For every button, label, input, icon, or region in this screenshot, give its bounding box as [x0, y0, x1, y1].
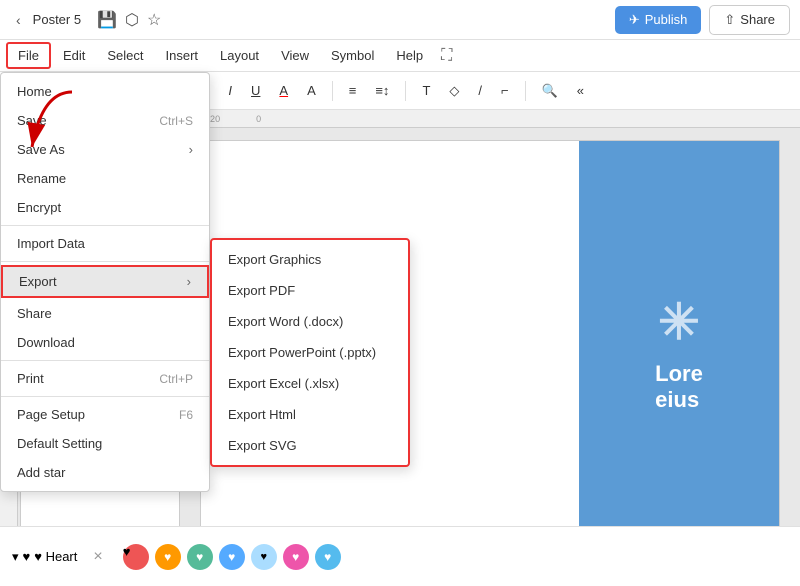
- heart-icon: ♥: [23, 549, 31, 564]
- heart-color-cyan[interactable]: ♥: [315, 544, 341, 570]
- heart-color-green[interactable]: ♥: [187, 544, 213, 570]
- save-icon[interactable]: 💾: [97, 10, 117, 30]
- export-powerpoint[interactable]: Export PowerPoint (.pptx): [212, 337, 408, 368]
- back-button[interactable]: ‹: [10, 8, 27, 32]
- export-html[interactable]: Export Html: [212, 399, 408, 430]
- collapse-icon[interactable]: ▾: [12, 549, 19, 565]
- export-submenu: Export Graphics Export PDF Export Word (…: [210, 238, 410, 467]
- poster-blue-panel: ✳ Lore eius: [579, 141, 779, 565]
- tools-group: T ◇ / ⌐: [414, 79, 516, 103]
- menu-item-print[interactable]: Print Ctrl+P: [1, 364, 209, 393]
- heart-color-lightblue[interactable]: ♥: [251, 544, 277, 570]
- text-tool-button[interactable]: T: [414, 79, 438, 102]
- export-icon[interactable]: ⬡: [125, 10, 139, 30]
- export-pdf[interactable]: Export PDF: [212, 275, 408, 306]
- menu-bar: File Edit Select Insert Layout View Symb…: [0, 40, 800, 72]
- app-title: Poster 5: [33, 12, 81, 27]
- menu-item-share[interactable]: Share: [1, 299, 209, 328]
- menu-separator-2: [1, 261, 209, 262]
- menu-more[interactable]: ⛶: [435, 43, 458, 69]
- menu-item-encrypt[interactable]: Encrypt: [1, 193, 209, 222]
- export-svg[interactable]: Export SVG: [212, 430, 408, 461]
- menu-insert[interactable]: Insert: [156, 44, 209, 67]
- bottom-panel: ▾ ♥ ♥ Heart × ♥ ♥ ♥ ♥ ♥ ♥ ♥: [0, 526, 800, 586]
- menu-item-rename[interactable]: Rename: [1, 164, 209, 193]
- menu-view[interactable]: View: [271, 44, 319, 67]
- heart-color-palette: ♥ ♥ ♥ ♥ ♥ ♥ ♥: [123, 544, 341, 570]
- menu-item-page-setup[interactable]: Page Setup F6: [1, 400, 209, 429]
- pen-tool-button[interactable]: /: [470, 79, 490, 102]
- toolbar-separator-4: [525, 81, 526, 101]
- menu-file[interactable]: File: [6, 42, 51, 69]
- export-graphics[interactable]: Export Graphics: [212, 244, 408, 275]
- menu-help[interactable]: Help: [386, 44, 433, 67]
- menu-item-default-setting[interactable]: Default Setting: [1, 429, 209, 458]
- menu-item-add-star[interactable]: Add star: [1, 458, 209, 487]
- export-excel[interactable]: Export Excel (.xlsx): [212, 368, 408, 399]
- corner-tool-button[interactable]: ⌐: [493, 79, 517, 102]
- export-word[interactable]: Export Word (.docx): [212, 306, 408, 337]
- publish-label: Publish: [645, 12, 688, 27]
- heart-color-red[interactable]: ♥: [123, 544, 149, 570]
- menu-select[interactable]: Select: [97, 44, 153, 67]
- menu-item-import-data[interactable]: Import Data: [1, 229, 209, 258]
- top-bar: ‹ Poster 5 💾 ⬡ ☆ ✈ Publish ⇧ Share: [0, 0, 800, 40]
- poster-text: Lore eius: [655, 361, 703, 413]
- menu-separator-1: [1, 225, 209, 226]
- menu-item-home[interactable]: Home: [1, 77, 209, 106]
- publish-button[interactable]: ✈ Publish: [615, 6, 702, 34]
- share-button[interactable]: ⇧ Share: [709, 5, 790, 35]
- heart-color-blue[interactable]: ♥: [219, 544, 245, 570]
- bottom-panel-close[interactable]: ×: [93, 548, 102, 566]
- top-bar-icons: 💾 ⬡ ☆: [97, 10, 161, 30]
- poster-snowflake-icon: ✳: [658, 293, 700, 351]
- top-bar-left: ‹ Poster 5: [10, 8, 81, 32]
- menu-separator-3: [1, 360, 209, 361]
- collapse-button[interactable]: «: [569, 79, 592, 102]
- zoom-group: 🔍 «: [534, 79, 592, 103]
- shape-tool-button[interactable]: ◇: [441, 79, 467, 103]
- bottom-panel-title: ▾ ♥ ♥ Heart: [12, 549, 77, 565]
- star-icon[interactable]: ☆: [147, 10, 161, 30]
- menu-item-download[interactable]: Download: [1, 328, 209, 357]
- publish-icon: ✈: [629, 12, 640, 28]
- zoom-button[interactable]: 🔍: [534, 79, 566, 103]
- share-icon: ⇧: [724, 12, 735, 28]
- menu-item-save[interactable]: Save Ctrl+S: [1, 106, 209, 135]
- menu-item-export[interactable]: Export ›: [1, 265, 209, 298]
- dropdown-overlay: Home Save Ctrl+S Save As › Rename Encryp…: [0, 72, 410, 492]
- menu-separator-4: [1, 396, 209, 397]
- menu-layout[interactable]: Layout: [210, 44, 269, 67]
- file-dropdown: Home Save Ctrl+S Save As › Rename Encryp…: [0, 72, 210, 492]
- heart-color-pink[interactable]: ♥: [283, 544, 309, 570]
- menu-symbol[interactable]: Symbol: [321, 44, 384, 67]
- top-bar-right: ✈ Publish ⇧ Share: [615, 5, 790, 35]
- menu-edit[interactable]: Edit: [53, 44, 95, 67]
- menu-item-save-as[interactable]: Save As ›: [1, 135, 209, 164]
- share-label: Share: [740, 12, 775, 27]
- heart-color-orange[interactable]: ♥: [155, 544, 181, 570]
